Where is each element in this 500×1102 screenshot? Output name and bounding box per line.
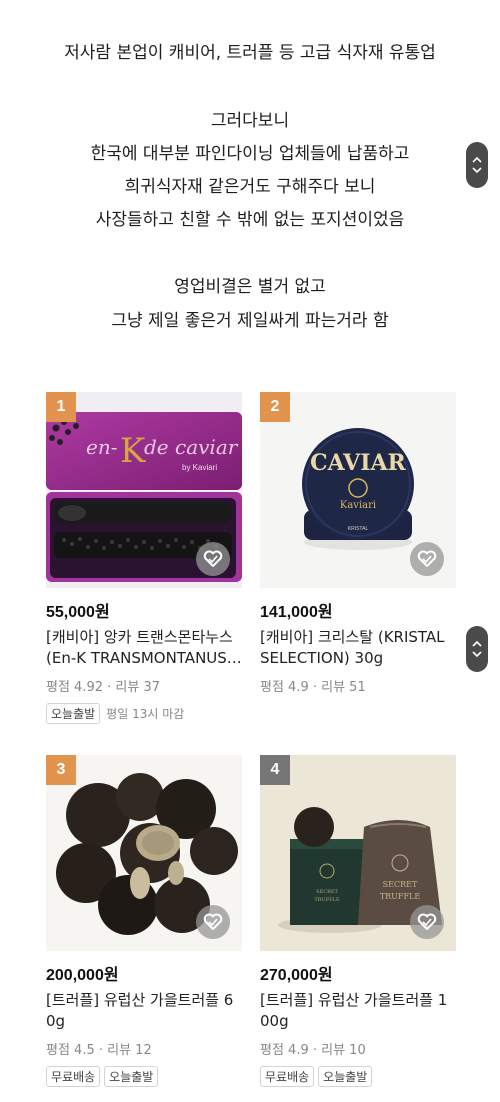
product-image[interactable]: 1 en- K de caviar by Kaviari: [46, 392, 242, 588]
rank-badge: 1: [46, 392, 76, 422]
svg-text:de caviar: de caviar: [144, 435, 239, 459]
svg-text:SECRET: SECRET: [316, 889, 338, 895]
product-rating: 평점 4.9 · 리뷰 51: [260, 680, 366, 695]
wishlist-button[interactable]: [410, 905, 444, 939]
tag-note: 평일 13시 마감: [106, 707, 185, 721]
wishlist-button[interactable]: [196, 905, 230, 939]
heart-icon: [417, 913, 437, 930]
product-image[interactable]: 4 SECRET TRUFFLE SECRET TRUFFLE: [260, 755, 456, 951]
product-rating: 평점 4.9 · 리뷰 10: [260, 1043, 366, 1058]
article-line: 저사람 본업이 캐비어, 트러플 등 고급 식자재 유통업: [64, 43, 436, 63]
rank-badge: 4: [260, 755, 290, 785]
rank-badge: 2: [260, 392, 290, 422]
product-image[interactable]: 2 CAVIAR Kaviari KRISTAL: [260, 392, 456, 588]
product-tags: 무료배송 오늘출발: [46, 1066, 242, 1087]
heart-icon: [203, 913, 223, 930]
product-rating: 평점 4.5 · 리뷰 12: [46, 1043, 152, 1058]
article-line: 한국에 대부분 파인다이닝 업체들에 납품하고: [90, 144, 410, 164]
chevron-up-icon[interactable]: [471, 639, 483, 649]
product-price: 200,000원: [46, 967, 119, 984]
product-card[interactable]: 1 en- K de caviar by Kaviari 55,000원 [캐비…: [46, 392, 242, 724]
product-image[interactable]: 3: [46, 755, 242, 951]
product-card[interactable]: 3 200,000원 [트러플] 유럽산 가을트러플 60g 평점 4.5 · …: [46, 755, 242, 1087]
tag-today-shipping: 오늘출발: [318, 1066, 373, 1087]
tag-today-shipping: 오늘출발: [104, 1066, 159, 1087]
svg-text:by Kaviari: by Kaviari: [182, 463, 217, 472]
chevron-up-icon[interactable]: [471, 155, 483, 165]
svg-text:en-: en-: [86, 435, 118, 459]
tag-free-shipping: 무료배송: [260, 1066, 315, 1087]
heart-icon: [417, 550, 437, 567]
product-name[interactable]: [캐비아] 앙카 트랜스몬타누스 (En-K TRANSMONTANUS…: [46, 627, 242, 669]
product-price: 141,000원: [260, 604, 333, 621]
svg-text:CAVIAR: CAVIAR: [310, 450, 406, 476]
wishlist-button[interactable]: [196, 542, 230, 576]
svg-text:TRUFFLE: TRUFFLE: [380, 892, 421, 901]
product-card[interactable]: 4 SECRET TRUFFLE SECRET TRUFFLE 270,000원…: [260, 755, 456, 1087]
svg-text:SECRET: SECRET: [383, 880, 418, 889]
svg-text:KRISTAL: KRISTAL: [348, 526, 369, 532]
article-line: 그러다보니: [210, 111, 290, 131]
svg-text:TRUFFLE: TRUFFLE: [314, 897, 340, 903]
wishlist-button[interactable]: [410, 542, 444, 576]
product-price: 270,000원: [260, 967, 333, 984]
chevron-down-icon[interactable]: [471, 649, 483, 659]
tag-free-shipping: 무료배송: [46, 1066, 101, 1087]
tag-today-shipping: 오늘출발: [46, 703, 101, 724]
article-line: 그냥 제일 좋은거 제일싸게 파는거라 함: [111, 311, 389, 331]
svg-text:K: K: [120, 431, 146, 471]
article-line: 영업비결은 별거 없고: [174, 277, 326, 297]
article-line: 사장들하고 친할 수 밖에 없는 포지션이었음: [95, 210, 405, 230]
chevron-down-icon[interactable]: [471, 165, 483, 175]
rank-badge: 3: [46, 755, 76, 785]
product-tags: 오늘출발 평일 13시 마감: [46, 703, 242, 724]
heart-icon: [203, 550, 223, 567]
product-name[interactable]: [트러플] 유럽산 가을트러플 100g: [260, 990, 456, 1032]
product-rating: 평점 4.92 · 리뷰 37: [46, 680, 160, 695]
product-name[interactable]: [캐비아] 크리스탈 (KRISTAL SELECTION) 30g: [260, 627, 456, 669]
article-line: 희귀식자재 같은거도 구해주다 보니: [124, 177, 376, 197]
svg-text:Kaviari: Kaviari: [340, 500, 376, 511]
scroll-control[interactable]: [466, 142, 488, 188]
product-name[interactable]: [트러플] 유럽산 가을트러플 60g: [46, 990, 242, 1032]
product-card[interactable]: 2 CAVIAR Kaviari KRISTAL 141,000원 [캐비아] …: [260, 392, 456, 695]
product-price: 55,000원: [46, 604, 110, 621]
scroll-control[interactable]: [466, 626, 488, 672]
product-tags: 무료배송 오늘출발: [260, 1066, 456, 1087]
